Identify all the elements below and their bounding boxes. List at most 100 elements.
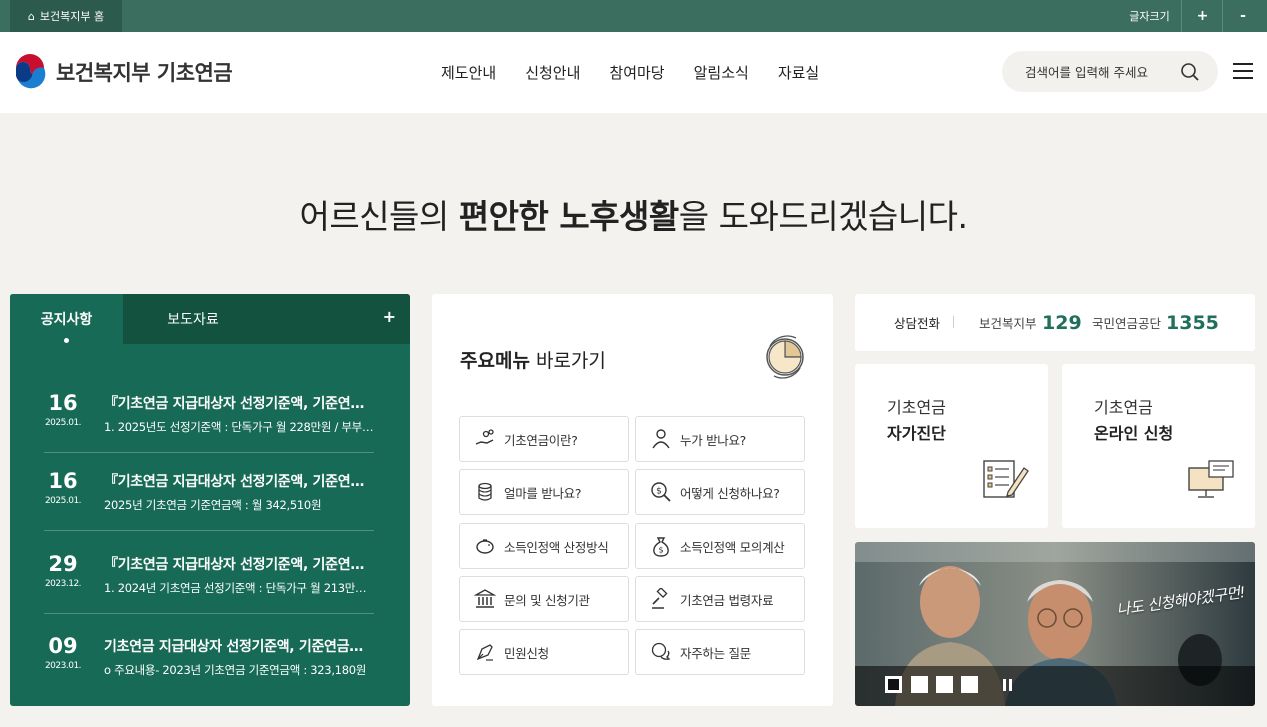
notice-item[interactable]: 29 2023.12. 『기초연금 지급대상자 선정기준액, 기준연금액 고시』… — [10, 534, 410, 614]
nav-item-news[interactable]: 알림소식 — [694, 62, 749, 83]
home-icon: ⌂ — [27, 9, 35, 23]
notice-panel: 공지사항 보도자료 + 16 2025.01. 『기초연금 지급대상자 선정기준… — [10, 294, 410, 706]
carousel-dot-3[interactable] — [936, 676, 953, 693]
carousel-dot-2[interactable] — [911, 676, 928, 693]
card-subtitle: 기초연금 — [887, 398, 946, 417]
notice-day: 16 — [48, 391, 78, 415]
notice-item[interactable]: 09 2023.01. 기초연금 지급대상자 선정기준액, 기준연금액 고시 o… — [10, 616, 410, 696]
quick-link-civil-petition[interactable]: 민원신청 — [459, 629, 629, 675]
quick-link-about[interactable]: 기초연금이란? — [459, 416, 629, 462]
notice-day: 09 — [48, 634, 78, 658]
notice-title[interactable]: 기초연금 지급대상자 선정기준액, 기준연금액 고시 — [104, 636, 374, 656]
quick-link-label: 어떻게 신청하나요? — [680, 485, 780, 501]
hero-pre: 어르신들의 — [299, 197, 459, 236]
quick-link-contact-agencies[interactable]: 문의 및 신청기관 — [459, 576, 629, 622]
carousel-controls — [855, 666, 1255, 706]
notice-item[interactable]: 16 2025.01. 『기초연금 지급대상자 선정기준액, 기준연금액 고시』… — [10, 451, 410, 531]
contact-org-nps: 국민연금공단 — [1092, 316, 1162, 331]
font-size-label: 글자크기 — [1118, 0, 1182, 32]
svg-text:$: $ — [656, 487, 662, 497]
quick-link-faq[interactable]: 자주하는 질문 — [635, 629, 805, 675]
quick-menu-title-rest: 바로가기 — [529, 350, 606, 372]
site-header: 보건복지부 기초연금 제도안내 신청안내 참여마당 알림소식 자료실 검색어를 … — [0, 32, 1267, 113]
notice-date: 2023.12. — [44, 579, 82, 589]
person-icon — [652, 429, 670, 449]
notice-date: 2023.01. — [44, 661, 82, 671]
notice-day: 29 — [48, 552, 78, 576]
quick-menu-panel: 주요메뉴 바로가기 기초연금이란? 누가 받나요? 얼마를 받나요? $ 어떻게… — [432, 294, 833, 706]
hand-coins-icon — [475, 429, 494, 445]
notice-item[interactable]: 16 2025.01. 『기초연금 지급대상자 선정기준액, 기준연금액 고시』… — [10, 373, 410, 453]
money-bag-icon: $ — [653, 537, 669, 557]
divider — [953, 316, 954, 328]
piggy-bank-icon — [476, 539, 494, 554]
self-diagnosis-card[interactable]: 기초연금 자가진단 — [855, 364, 1048, 528]
notice-desc: o 주요내용- 2023년 기초연금 기준연금액 : 323,180원 — [104, 663, 367, 677]
nav-item-system-guide[interactable]: 제도안내 — [441, 62, 496, 83]
font-size-increase-button[interactable]: + — [1183, 0, 1223, 32]
main-nav: 제도안내 신청안내 참여마당 알림소식 자료실 — [441, 32, 848, 113]
pen-icon — [476, 644, 493, 661]
notice-date: 2025.01. — [44, 418, 82, 428]
nav-item-resources[interactable]: 자료실 — [778, 62, 819, 83]
carousel-dot-1[interactable] — [885, 676, 902, 693]
chat-bubbles-icon — [651, 642, 671, 660]
quick-link-label: 소득인정액 모의계산 — [680, 539, 785, 555]
contact-label: 상담전화 — [894, 316, 941, 331]
site-logo[interactable]: 보건복지부 기초연금 — [12, 54, 233, 90]
notice-title[interactable]: 『기초연금 지급대상자 선정기준액, 기준연금액 고시』 — [104, 393, 374, 413]
nav-item-application-guide[interactable]: 신청안내 — [525, 62, 580, 83]
quick-link-how-to-apply[interactable]: $ 어떻게 신청하나요? — [635, 469, 805, 515]
quick-link-label: 얼마를 받나요? — [504, 485, 582, 501]
contact-number-nps[interactable]: 1355 — [1166, 312, 1219, 334]
quick-link-label: 소득인정액 산정방식 — [504, 539, 609, 555]
notice-desc: 2025년 기초연금 기준연금액 : 월 342,510원 — [104, 498, 322, 512]
contact-number-ministry[interactable]: 129 — [1042, 312, 1082, 334]
active-tab-indicator — [64, 338, 69, 343]
checklist-icon — [983, 460, 1029, 498]
quick-link-eligibility[interactable]: 누가 받나요? — [635, 416, 805, 462]
search-input[interactable]: 검색어를 입력해 주세요 — [1025, 62, 1148, 81]
hamburger-menu-icon[interactable] — [1232, 62, 1254, 80]
notice-date: 2025.01. — [44, 496, 82, 506]
online-application-card[interactable]: 기초연금 온라인 신청 — [1062, 364, 1255, 528]
notice-day: 16 — [48, 469, 78, 493]
coin-stack-icon — [478, 482, 492, 501]
divider — [44, 613, 374, 614]
pause-icon[interactable] — [1001, 679, 1013, 693]
quick-link-income-calc-method[interactable]: 소득인정액 산정방식 — [459, 523, 629, 569]
quick-link-income-simulator[interactable]: $ 소득인정액 모의계산 — [635, 523, 805, 569]
svg-text:$: $ — [658, 546, 663, 555]
quick-link-label: 누가 받나요? — [680, 432, 747, 448]
notice-desc: 1. 2024년 기초연금 선정기준액 : 단독가구 월 213만원, 부부가구… — [104, 581, 374, 595]
utility-bar: ⌂ 보건복지부 홈 글자크기 + - — [0, 0, 1267, 32]
hero-slogan: 어르신들의 편안한 노후생활을 도와드리겠습니다. — [0, 190, 1267, 238]
card-title: 온라인 신청 — [1094, 424, 1174, 443]
quick-link-label: 민원신청 — [504, 645, 549, 661]
font-size-decrease-button[interactable]: - — [1223, 0, 1263, 32]
search-box[interactable]: 검색어를 입력해 주세요 — [1002, 51, 1218, 92]
quick-link-label: 문의 및 신청기관 — [504, 592, 590, 608]
carousel-dot-4[interactable] — [961, 676, 978, 693]
tab-notices[interactable]: 공지사항 — [10, 294, 123, 344]
notice-title[interactable]: 『기초연금 지급대상자 선정기준액, 기준연금액 고시』 — [104, 554, 374, 574]
quick-link-legal-resources[interactable]: 기초연금 법령자료 — [635, 576, 805, 622]
divider — [44, 530, 374, 531]
gavel-icon — [652, 588, 668, 609]
search-icon[interactable] — [1180, 62, 1200, 82]
ministry-home-link[interactable]: ⌂ 보건복지부 홈 — [10, 0, 122, 32]
card-title: 자가진단 — [887, 424, 946, 443]
quick-link-amount[interactable]: 얼마를 받나요? — [459, 469, 629, 515]
search-coin-icon: $ — [651, 482, 671, 502]
nav-item-participation[interactable]: 참여마당 — [609, 62, 664, 83]
quick-link-label: 기초연금이란? — [504, 432, 578, 448]
hero-post: 을 도와드리겠습니다. — [678, 197, 968, 236]
ministry-home-label: 보건복지부 홈 — [39, 10, 105, 23]
promo-banner[interactable]: 나도 신청해야겠구먼! — [855, 542, 1255, 706]
notice-title[interactable]: 『기초연금 지급대상자 선정기준액, 기준연금액 고시』 — [104, 471, 374, 491]
monitor-icon — [1188, 460, 1234, 498]
tab-press-releases[interactable]: 보도자료 — [123, 294, 263, 344]
quick-menu-title: 주요메뉴 바로가기 — [460, 346, 606, 373]
notice-more-button[interactable]: + — [383, 307, 396, 326]
notice-desc: 1. 2025년도 선정기준액 : 단독가구 월 228만원 / 부부가구 월 … — [104, 420, 374, 434]
